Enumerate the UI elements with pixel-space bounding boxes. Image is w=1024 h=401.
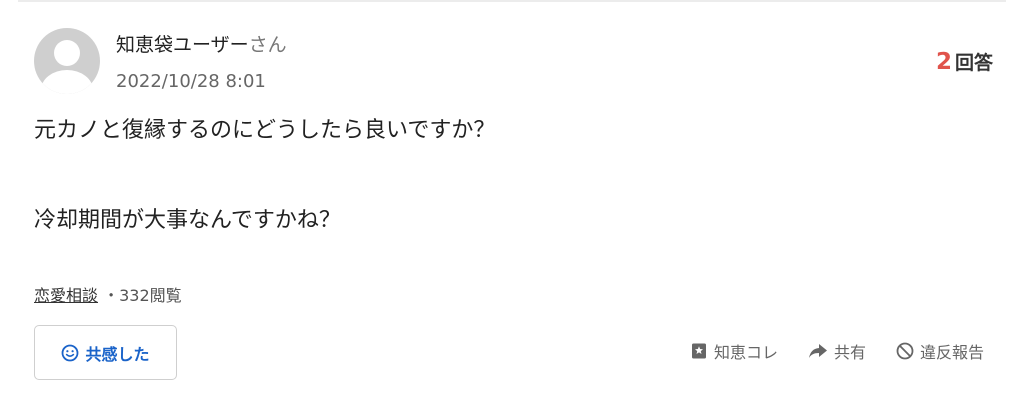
- share-label: 共有: [833, 343, 866, 362]
- empathy-label: 共感した: [85, 344, 150, 364]
- top-divider: [18, 0, 1006, 2]
- prohibit-icon: [896, 342, 914, 360]
- chiebukuro-collection-button[interactable]: 知恵コレ: [690, 339, 778, 363]
- meta-line: 恋愛相談 ・332閲覧: [34, 285, 182, 307]
- chiebukuro-label: 知恵コレ: [713, 343, 778, 362]
- post-date: 2022/10/28 8:01: [116, 71, 266, 92]
- report-label: 違反報告: [919, 343, 984, 362]
- answer-count-unit: 回答: [954, 52, 993, 74]
- user-name[interactable]: 知恵袋ユーザー: [116, 34, 249, 56]
- category-link[interactable]: 恋愛相談: [34, 286, 98, 305]
- empathy-button[interactable]: 共感した: [34, 325, 177, 380]
- action-bar: 知恵コレ 共有 違反報告: [660, 339, 984, 363]
- share-arrow-icon: [808, 344, 827, 358]
- answer-count-number: 2: [935, 49, 952, 75]
- avatar-head: [54, 40, 80, 66]
- answer-count[interactable]: 2 回答: [936, 48, 993, 78]
- report-button[interactable]: 違反報告: [896, 339, 984, 363]
- user-line: 知恵袋ユーザーさん: [116, 32, 287, 58]
- meta-separator: ・: [103, 286, 120, 305]
- avatar-body: [41, 70, 93, 94]
- share-button[interactable]: 共有: [808, 339, 866, 363]
- question-text: 元カノと復縁するのにどうしたら良いですか？ 冷却期間が大事なんですかね？: [34, 118, 496, 233]
- avatar[interactable]: [34, 28, 100, 94]
- bookmark-icon: [691, 343, 706, 359]
- smile-icon: [62, 344, 79, 361]
- view-count: 332閲覧: [119, 286, 182, 305]
- user-suffix: さん: [248, 34, 287, 56]
